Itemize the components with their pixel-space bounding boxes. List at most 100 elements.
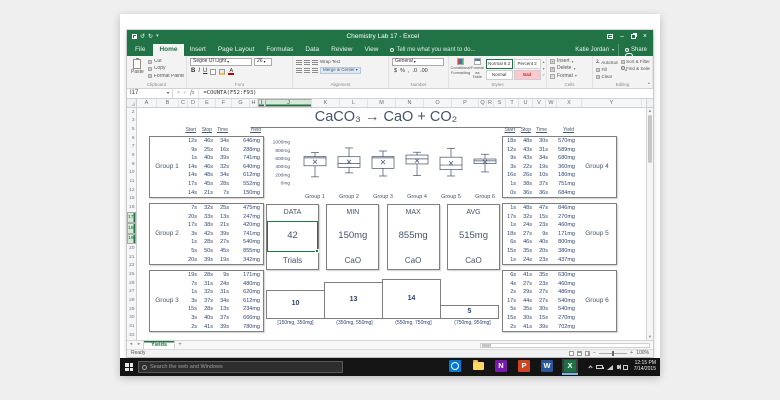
table-cell[interactable]: 46s: [200, 163, 216, 172]
table-cell[interactable]: 5s: [503, 305, 519, 314]
collapse-ribbon-icon[interactable]: ▴: [648, 81, 650, 86]
table-cell[interactable]: 41s: [519, 271, 535, 280]
tab-formulas[interactable]: Formulas: [260, 44, 299, 56]
table-cell[interactable]: 17s: [184, 221, 200, 230]
row-header-10[interactable]: 10: [127, 169, 136, 178]
table-cell[interactable]: 751mg: [551, 180, 578, 189]
column-header-A[interactable]: A: [137, 99, 157, 107]
table-cell[interactable]: 480mg: [232, 280, 263, 289]
table-cell[interactable]: 180mg: [551, 171, 578, 180]
style-normal-9-2[interactable]: Normal 9.2: [486, 59, 513, 69]
column-header-V[interactable]: V: [533, 99, 546, 107]
table-cell[interactable]: 28s: [200, 238, 216, 247]
gallery-arrows[interactable]: ▴ ▾ ▿: [543, 58, 545, 80]
row-header-22[interactable]: 22: [127, 262, 136, 271]
table-cell[interactable]: 150mg: [232, 188, 263, 197]
table-cell[interactable]: 9s: [503, 154, 519, 163]
column-header-F[interactable]: F: [216, 99, 232, 107]
font-size-select[interactable]: 26: [254, 58, 272, 66]
gallery-more-icon[interactable]: ▿: [543, 73, 545, 78]
table-cell[interactable]: 44s: [519, 297, 535, 306]
table-cell[interactable]: 15s: [503, 247, 519, 256]
paste-button[interactable]: Paste: [130, 58, 145, 79]
table-cell[interactable]: 24s: [519, 221, 535, 230]
column-header-J[interactable]: J: [265, 99, 312, 107]
table-cell[interactable]: 29s: [519, 288, 535, 297]
tell-me-box[interactable]: Tell me what you want to do...: [390, 44, 475, 56]
table-cell[interactable]: 702mg: [551, 322, 578, 331]
table-cell[interactable]: 32s: [216, 163, 232, 172]
delete-button[interactable]: ×Delete▾: [550, 66, 590, 72]
table-cell[interactable]: 17s: [503, 213, 519, 222]
table-cell[interactable]: 1s: [184, 154, 200, 163]
table-cell[interactable]: 684mg: [551, 188, 578, 197]
table-cell[interactable]: 620mg: [232, 288, 263, 297]
table-cell[interactable]: 43s: [519, 146, 535, 155]
ribbon-display-options-icon[interactable]: [607, 34, 613, 39]
merge-center-button[interactable]: Merge & Center: [320, 67, 361, 74]
table-cell[interactable]: 1s: [503, 221, 519, 230]
table-cell[interactable]: 13s: [216, 213, 232, 222]
gallery-down-icon[interactable]: ▾: [543, 67, 545, 72]
clear-button[interactable]: Clear: [596, 74, 618, 79]
table-cell[interactable]: 23s: [535, 221, 551, 230]
table-cell[interactable]: 24s: [216, 280, 232, 289]
table-cell[interactable]: 25s: [200, 146, 216, 155]
select-all-corner[interactable]: [127, 99, 137, 107]
row-header-29[interactable]: 29: [127, 305, 136, 314]
row-header-26[interactable]: 26: [127, 279, 136, 288]
table-cell[interactable]: 21s: [200, 188, 216, 197]
row-header-5[interactable]: 5: [127, 125, 136, 134]
table-cell[interactable]: 23s: [535, 255, 551, 264]
table-cell[interactable]: 48s: [200, 171, 216, 180]
table-cell[interactable]: 540mg: [551, 305, 578, 314]
i-button[interactable]: I: [198, 68, 200, 75]
tab-data[interactable]: Data: [299, 44, 325, 56]
conditional-formatting-button[interactable]: Conditional Formatting: [452, 58, 469, 80]
table-cell[interactable]: 43s: [519, 154, 535, 163]
normal-view-icon[interactable]: [569, 351, 574, 356]
table-cell[interactable]: 27s: [216, 238, 232, 247]
table-cell[interactable]: 39s: [200, 255, 216, 264]
table-cell[interactable]: 35s: [519, 305, 535, 314]
horizontal-scrollbar[interactable]: [480, 343, 650, 348]
table-cell[interactable]: 5s: [184, 247, 200, 256]
number-button[interactable]: ,: [408, 68, 410, 74]
table-cell[interactable]: 31s: [535, 146, 551, 155]
column-header-Y[interactable]: Y: [582, 99, 642, 107]
histogram-bar[interactable]: 13: [324, 282, 383, 319]
zoom-level[interactable]: 100%: [636, 351, 649, 357]
row-header-28[interactable]: 28: [127, 296, 136, 305]
table-cell[interactable]: 30s: [535, 305, 551, 314]
number-button[interactable]: $: [394, 68, 397, 74]
table-cell[interactable]: 39s: [216, 322, 232, 331]
scroll-up-icon[interactable]: ▲: [648, 108, 652, 114]
cut-button[interactable]: Cut: [148, 59, 184, 65]
table-cell[interactable]: 45s: [200, 180, 216, 189]
table-cell[interactable]: 36s: [535, 188, 551, 197]
table-cell[interactable]: 28s: [200, 271, 216, 280]
table-cell[interactable]: 35s: [519, 247, 535, 256]
number-button[interactable]: .0: [412, 68, 417, 74]
table-cell[interactable]: 612mg: [232, 297, 263, 306]
number-button[interactable]: .00: [420, 68, 428, 74]
style-bad[interactable]: Bad: [514, 70, 541, 80]
column-header-M[interactable]: M: [368, 99, 396, 107]
table-cell[interactable]: 16s: [216, 146, 232, 155]
table-cell[interactable]: 437mg: [551, 255, 578, 264]
table-cell[interactable]: 420mg: [232, 221, 263, 230]
autosum-button[interactable]: ΣAutoSum: [596, 59, 618, 66]
start-button[interactable]: [120, 358, 138, 376]
fill-color-icon[interactable]: [219, 69, 225, 75]
table-cell[interactable]: 589mg: [551, 146, 578, 155]
number-format-select[interactable]: General: [392, 58, 444, 66]
table-cell[interactable]: 27s: [535, 288, 551, 297]
row-header-7[interactable]: 7: [127, 143, 136, 152]
table-cell[interactable]: 20s: [184, 213, 200, 222]
copy-button[interactable]: Copy: [148, 66, 184, 72]
zoom-slider-thumb[interactable]: [612, 351, 614, 356]
column-header-I[interactable]: I: [258, 99, 265, 107]
table-cell[interactable]: 40s: [535, 238, 551, 247]
table-cell[interactable]: 666mg: [232, 314, 263, 323]
table-cell[interactable]: 360mg: [551, 163, 578, 172]
